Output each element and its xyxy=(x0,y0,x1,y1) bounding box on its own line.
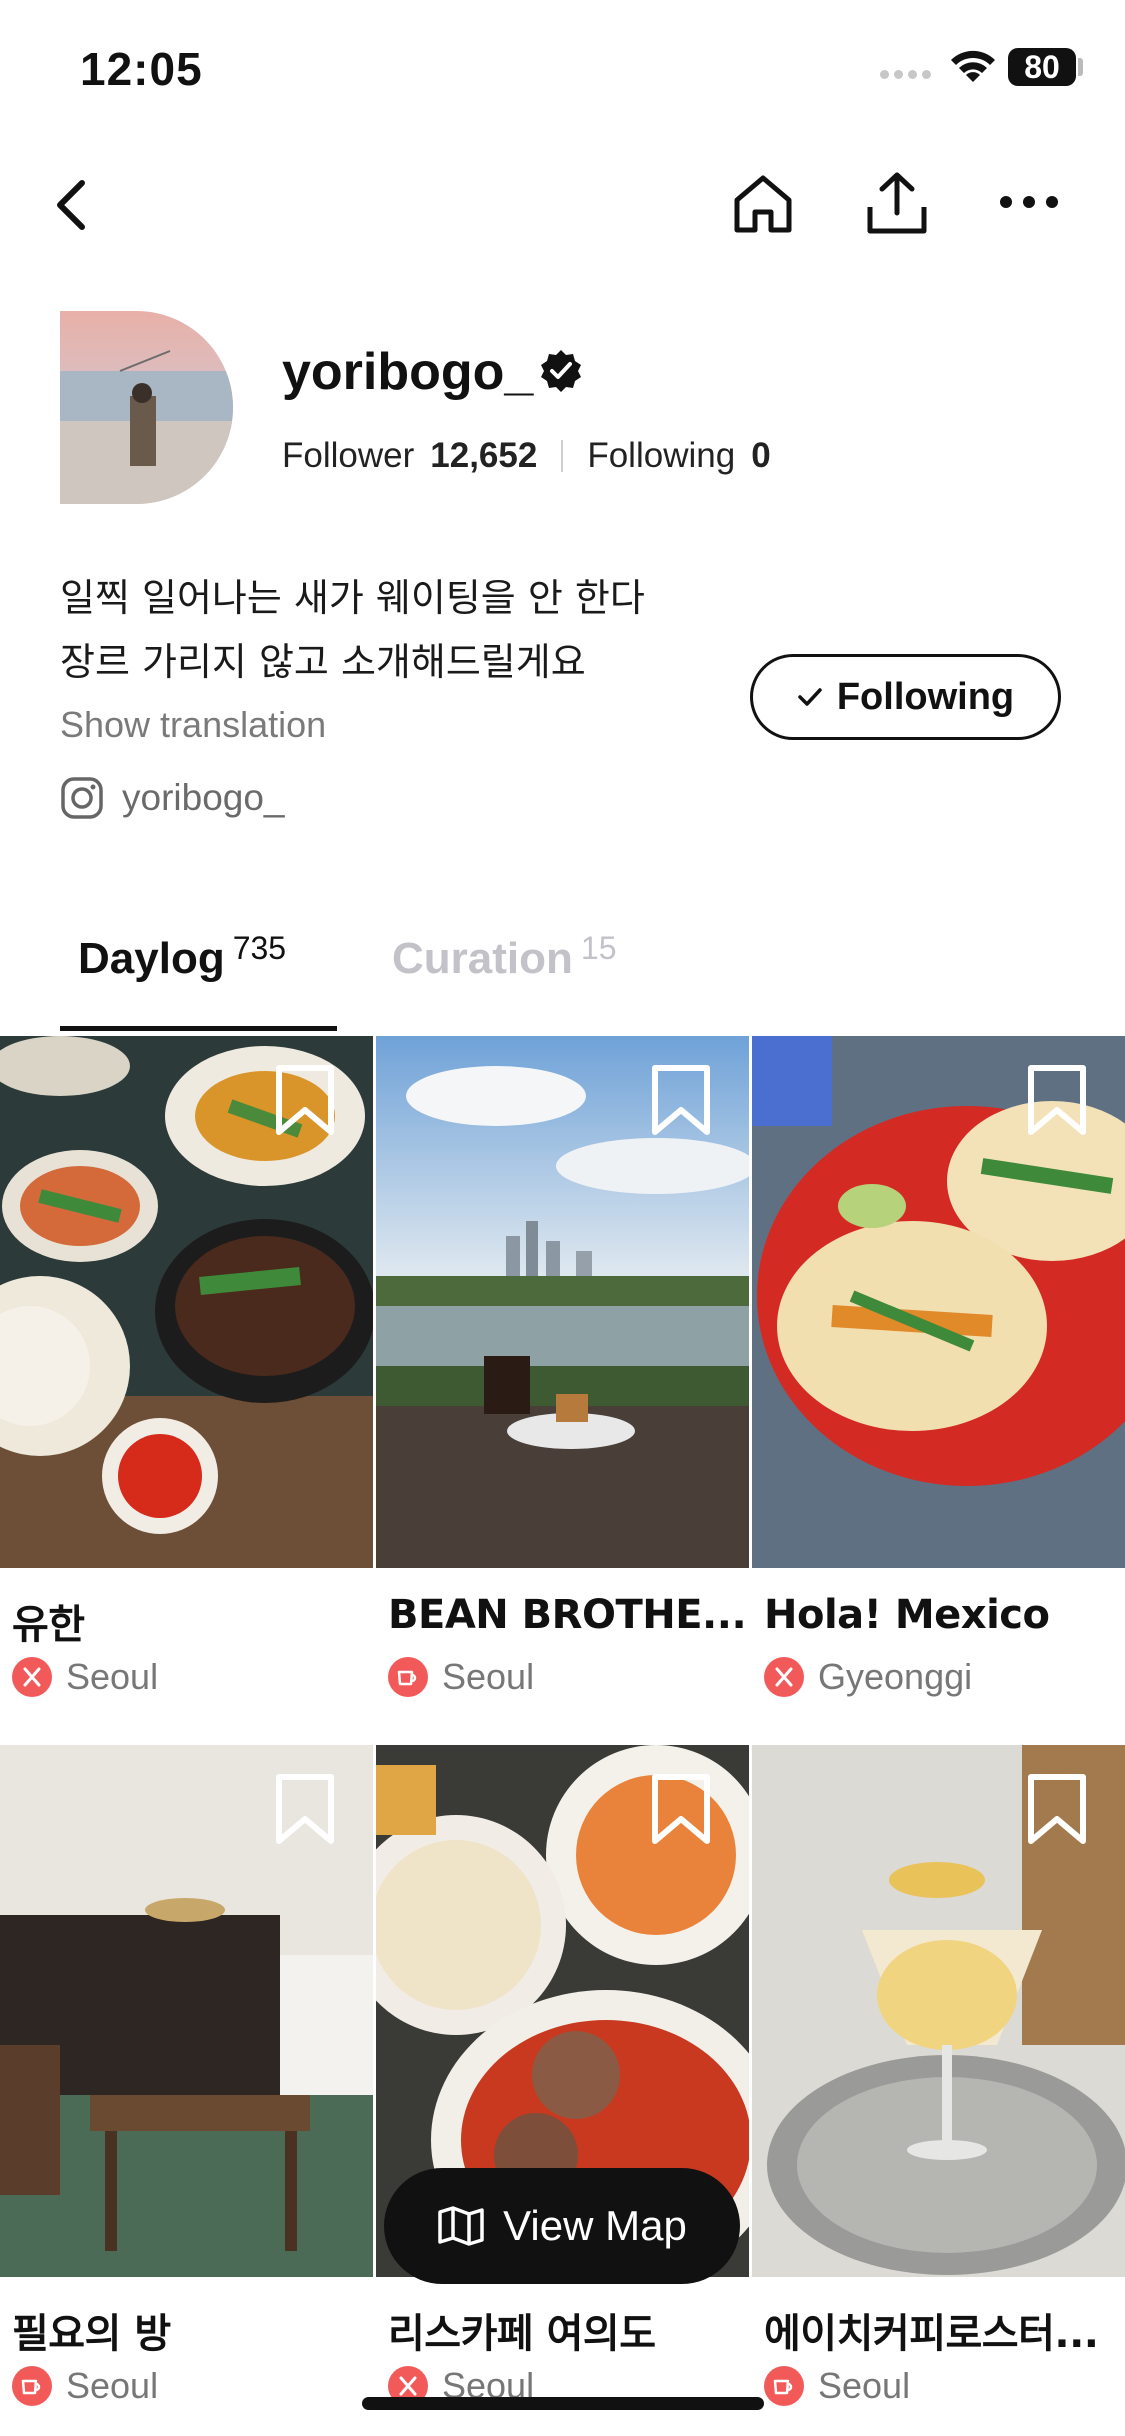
place-name: 필요의 방 xyxy=(12,2311,171,2357)
bookmark-icon[interactable] xyxy=(1025,1064,1089,1141)
view-map-button[interactable]: View Map xyxy=(384,2168,740,2284)
place-name: 리스카페 여의도 xyxy=(388,2311,656,2357)
place-name: 유한 xyxy=(12,1602,85,1648)
verified-badge-icon xyxy=(538,348,584,399)
restaurant-icon xyxy=(764,1657,804,1697)
tab-daylog-label: Daylog xyxy=(78,934,225,983)
check-icon xyxy=(797,687,823,707)
place-photo xyxy=(0,1036,373,1568)
cafe-icon xyxy=(388,1657,428,1697)
place-location: Seoul xyxy=(12,2365,158,2407)
instagram-handle: yoribogo_ xyxy=(122,777,285,818)
place-photo xyxy=(752,1745,1125,2277)
cafe-icon xyxy=(12,2366,52,2406)
stats-divider xyxy=(561,440,564,472)
follow-stats: Follower 12,652 Following 0 xyxy=(282,436,771,476)
place-location-text: Seoul xyxy=(818,2365,911,2406)
place-name: Hola! Mexico xyxy=(764,1592,1050,1638)
bookmark-icon[interactable] xyxy=(1025,1773,1089,1850)
place-location-text: Seoul xyxy=(66,1656,159,1697)
map-icon xyxy=(437,2206,485,2246)
view-map-label: View Map xyxy=(503,2202,687,2249)
place-name: 에이치커피로스터... xyxy=(764,2311,1099,2357)
place-card[interactable]: 에이치커피로스터... Seoul xyxy=(752,1745,1125,2406)
bookmark-icon[interactable] xyxy=(273,1773,337,1850)
restaurant-icon xyxy=(12,1657,52,1697)
wifi-icon xyxy=(948,46,998,91)
battery-cap xyxy=(1078,58,1083,76)
active-tab-indicator xyxy=(60,1026,337,1031)
tab-curation-count: 15 xyxy=(580,930,617,966)
bookmark-icon[interactable] xyxy=(649,1773,713,1850)
bio-line: 일찍 일어나는 새가 웨이팅을 안 한다 xyxy=(60,576,645,620)
avatar xyxy=(60,311,233,504)
instagram-icon xyxy=(60,776,104,820)
tab-daylog-count: 735 xyxy=(232,930,287,966)
place-location-text: Seoul xyxy=(442,1656,535,1697)
following-button[interactable]: Following xyxy=(750,654,1061,740)
place-photo xyxy=(376,1036,749,1568)
instagram-link[interactable]: yoribogo_ xyxy=(60,776,285,820)
place-photo xyxy=(752,1036,1125,1568)
show-translation-link[interactable]: Show translation xyxy=(60,704,326,746)
tab-curation[interactable]: Curation 15 xyxy=(392,930,616,984)
home-indicator xyxy=(362,2397,764,2410)
battery-indicator: 80 xyxy=(1008,48,1076,86)
tab-daylog[interactable]: Daylog 735 xyxy=(78,930,286,984)
place-location: Gyeonggi xyxy=(764,1656,972,1698)
place-name: BEAN BROTHE... xyxy=(388,1592,747,1638)
bio: 일찍 일어나는 새가 웨이팅을 안 한다 장르 가리지 않고 소개해드릴게요 xyxy=(60,566,645,694)
place-card[interactable]: Hola! Mexico Gyeonggi xyxy=(752,1036,1125,1697)
home-icon[interactable] xyxy=(728,168,798,240)
status-time: 12:05 xyxy=(80,43,203,95)
place-location-text: Gyeonggi xyxy=(818,1656,973,1697)
following-label[interactable]: Following xyxy=(587,436,735,476)
place-card[interactable]: BEAN BROTHE... Seoul xyxy=(376,1036,749,1697)
bookmark-icon[interactable] xyxy=(273,1064,337,1141)
bio-line: 장르 가리지 않고 소개해드릴게요 xyxy=(60,640,586,684)
back-icon[interactable] xyxy=(40,170,100,240)
follower-count[interactable]: 12,652 xyxy=(430,436,537,476)
tab-curation-label: Curation xyxy=(392,934,573,983)
cafe-icon xyxy=(764,2366,804,2406)
following-count[interactable]: 0 xyxy=(751,436,770,476)
more-options-icon[interactable] xyxy=(996,180,1062,224)
place-card[interactable]: 유한 Seoul xyxy=(0,1036,373,1697)
following-button-label: Following xyxy=(836,675,1015,718)
place-location: Seoul xyxy=(12,1656,158,1698)
place-card[interactable]: 필요의 방 Seoul xyxy=(0,1745,373,2406)
place-location: Seoul xyxy=(764,2365,910,2407)
bookmark-icon[interactable] xyxy=(649,1064,713,1141)
share-icon[interactable] xyxy=(860,166,934,240)
place-location: Seoul xyxy=(388,1656,534,1698)
username: yoribogo_ xyxy=(282,343,534,401)
place-photo xyxy=(0,1745,373,2277)
follower-label[interactable]: Follower xyxy=(282,436,414,476)
cellular-signal-icon xyxy=(880,66,936,84)
place-location-text: Seoul xyxy=(66,2365,159,2406)
